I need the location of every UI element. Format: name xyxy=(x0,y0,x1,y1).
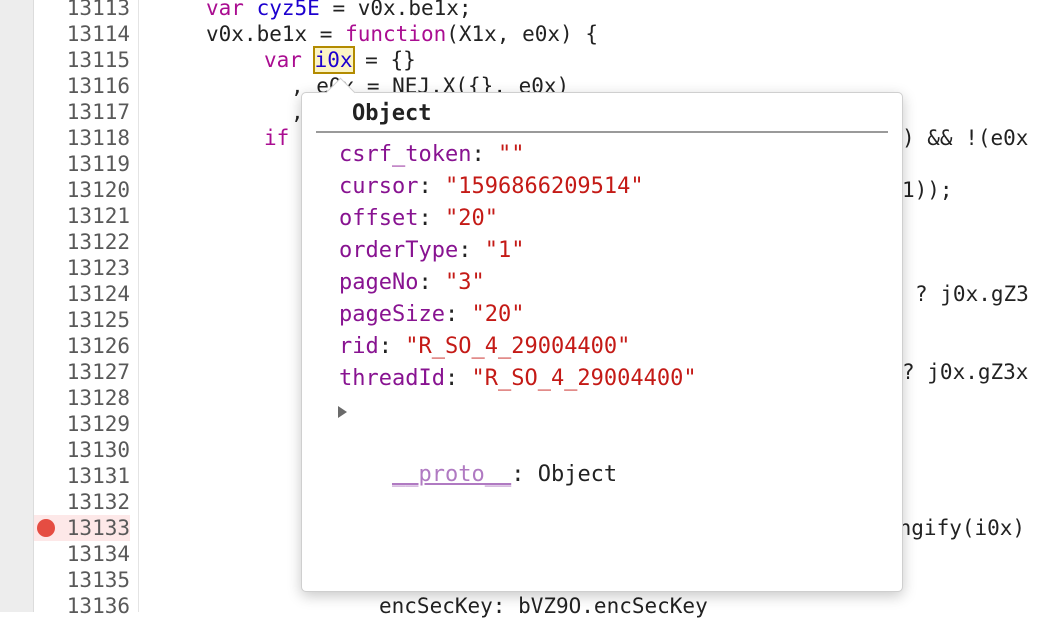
line-number[interactable]: 13128 xyxy=(34,385,130,411)
breakpoint-marker-icon[interactable] xyxy=(37,519,55,537)
operator: = xyxy=(307,22,346,46)
line-number[interactable]: 13121 xyxy=(34,203,130,229)
line-number[interactable]: 13114 xyxy=(34,21,130,47)
code-line-13115: var i0x = {} xyxy=(264,46,416,74)
property-value: "20" xyxy=(444,206,498,231)
line-number[interactable]: 13116 xyxy=(34,73,130,99)
line-number[interactable]: 13127 xyxy=(34,359,130,385)
property-row[interactable]: csrf_token: "" xyxy=(339,139,524,171)
keyword: function xyxy=(345,22,447,46)
property-value: "1" xyxy=(484,238,525,263)
proto-row[interactable]: __proto__: Object xyxy=(320,395,617,523)
property-key: pageNo xyxy=(339,270,419,295)
line-number[interactable]: 13125 xyxy=(34,307,130,333)
code-line-13136: encSecKey: bVZ9O.encSecKey xyxy=(379,594,708,618)
property-key: pageSize xyxy=(339,302,445,327)
line-number[interactable]: 13132 xyxy=(34,489,130,515)
code-line-13120-tail: 1)); xyxy=(902,178,953,202)
operator: = xyxy=(319,0,358,20)
code-line-13127-tail: ? j0x.gZ3x xyxy=(902,360,1029,384)
property-key: cursor xyxy=(339,174,419,199)
line-number[interactable]: 13117 xyxy=(34,99,130,125)
property-key: rid xyxy=(339,334,379,359)
line-number[interactable]: 13119 xyxy=(34,151,130,177)
expression: v0x.be1x xyxy=(206,22,308,46)
arguments: (X1x, e0x) { xyxy=(446,22,598,46)
identifier: cyz5E xyxy=(256,0,320,20)
code-line-13113: var cyz5E = v0x.be1x; xyxy=(206,0,472,21)
line-number[interactable]: 13113 xyxy=(34,0,130,21)
code-line-13114: v0x.be1x = function(X1x, e0x) { xyxy=(206,21,598,47)
property-row[interactable]: orderType: "1" xyxy=(339,235,524,267)
code-line-13124-tail: ? j0x.gZ3 xyxy=(915,282,1029,306)
property-row[interactable]: pageNo: "3" xyxy=(339,267,485,299)
line-number[interactable]: 13130 xyxy=(34,437,130,463)
hovered-variable[interactable]: i0x xyxy=(312,46,355,74)
property-row[interactable]: rid: "R_SO_4_29004400" xyxy=(339,331,630,363)
line-number[interactable]: 13118 xyxy=(34,125,130,151)
property-key: csrf_token xyxy=(339,142,472,167)
line-number[interactable]: 13122 xyxy=(34,229,130,255)
property-row[interactable]: offset: "20" xyxy=(339,203,498,235)
proto-key: __proto__ xyxy=(391,462,512,487)
property-key: orderType xyxy=(339,238,459,263)
expand-triangle-icon[interactable] xyxy=(338,406,347,418)
line-number[interactable]: 13115 xyxy=(34,47,130,73)
property-key: offset xyxy=(339,206,419,231)
property-value: "3" xyxy=(444,270,485,295)
keyword: var xyxy=(264,48,302,72)
property-key: threadId xyxy=(339,366,445,391)
property-value: "R_SO_4_29004400" xyxy=(405,334,631,359)
line-number[interactable]: 13126 xyxy=(34,333,130,359)
expression: = {} xyxy=(352,48,416,72)
code-line-13118-tail: ) && !(e0x xyxy=(902,126,1029,150)
expression: v0x.be1x; xyxy=(357,0,472,20)
line-number[interactable]: 13120 xyxy=(34,177,130,203)
property-value: "20" xyxy=(471,302,525,327)
line-number[interactable]: 13135 xyxy=(34,567,130,593)
left-panel-edge xyxy=(0,0,34,612)
property-row[interactable]: cursor: "1596866209514" xyxy=(339,171,644,203)
property-row[interactable]: threadId: "R_SO_4_29004400" xyxy=(339,363,697,395)
line-number[interactable]: 13136 xyxy=(34,593,130,619)
popover-divider xyxy=(316,131,888,133)
keyword: var xyxy=(206,0,244,20)
line-number[interactable]: 13129 xyxy=(34,411,130,437)
property-row[interactable]: pageSize: "20" xyxy=(339,299,524,331)
object-preview-popover[interactable]: Object csrf_token: "" cursor: "159686620… xyxy=(301,77,903,592)
line-number[interactable]: 13131 xyxy=(34,463,130,489)
line-number[interactable]: 13124 xyxy=(34,281,130,307)
code-line-13133-tail: ingify(i0x) xyxy=(886,516,1026,540)
line-number[interactable]: 13134 xyxy=(34,541,130,567)
line-number[interactable]: 13123 xyxy=(34,255,130,281)
popover-title: Object xyxy=(352,101,432,126)
property-value: "" xyxy=(497,142,525,167)
proto-value: Object xyxy=(537,462,618,487)
property-value: "1596866209514" xyxy=(444,174,644,199)
code-line-13118-keyword: if xyxy=(264,126,290,150)
property-value: "R_SO_4_29004400" xyxy=(471,366,697,391)
